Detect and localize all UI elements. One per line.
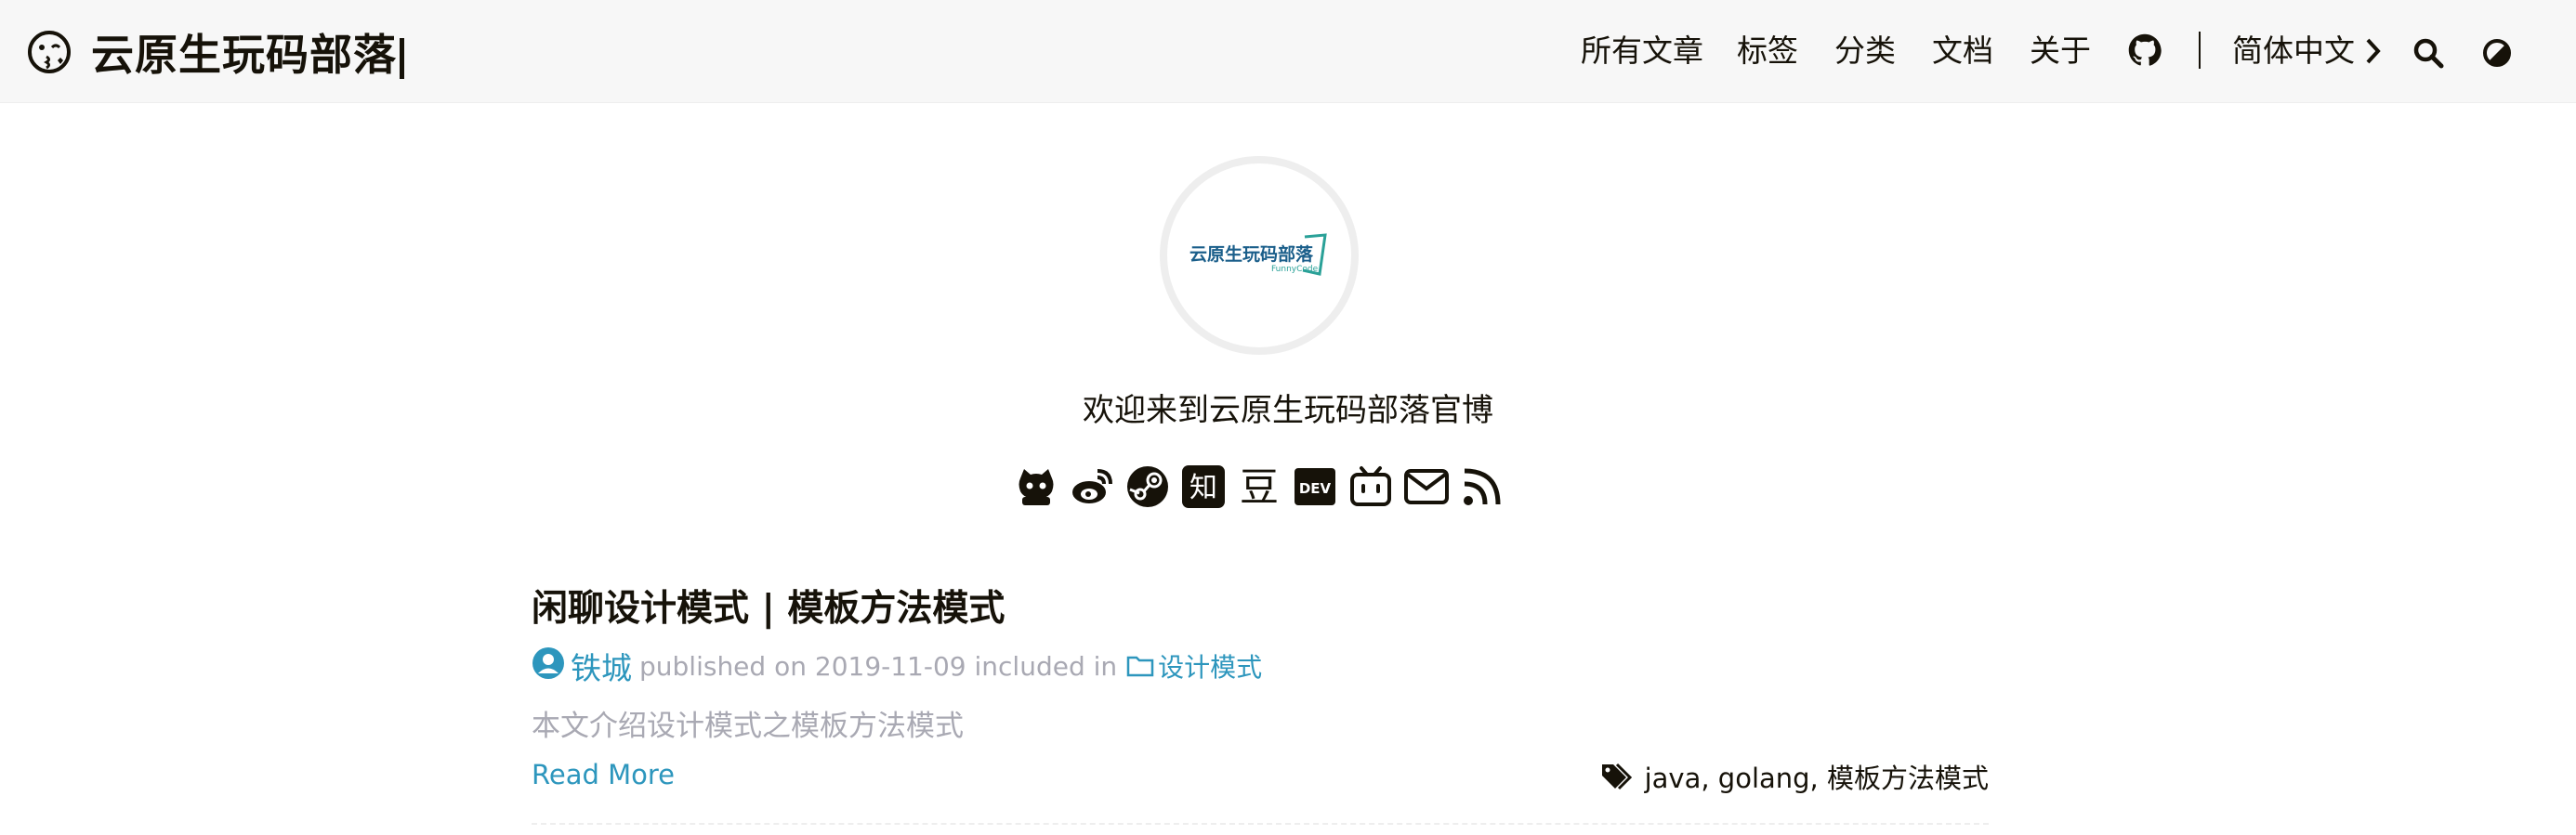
weibo-icon[interactable] bbox=[1069, 463, 1115, 510]
language-switcher[interactable]: 简体中文 bbox=[2232, 28, 2383, 74]
avatar[interactable]: 云原生玩码部落 FunnyCode bbox=[1160, 156, 1359, 355]
social-links: 知 豆 DEV bbox=[1013, 461, 1505, 513]
github-icon[interactable] bbox=[2128, 33, 2162, 80]
site-header: 云原生玩码部落 所有文章 标签 分类 文档 关于 简体中文 bbox=[0, 0, 2576, 103]
main-nav: 所有文章 标签 分类 文档 关于 简体中文 bbox=[0, 28, 2576, 74]
bilibili-icon[interactable] bbox=[1347, 463, 1394, 510]
github-icon[interactable] bbox=[1013, 463, 1059, 510]
nav-categories[interactable]: 分类 bbox=[1834, 28, 1896, 74]
avatar-logo-text: 云原生玩码部落 bbox=[1189, 244, 1314, 265]
email-icon[interactable] bbox=[1403, 463, 1450, 510]
read-more-link[interactable]: Read More bbox=[532, 759, 675, 790]
theme-toggle-icon[interactable] bbox=[2481, 35, 2513, 82]
steam-icon[interactable] bbox=[1124, 463, 1171, 510]
dev-icon[interactable]: DEV bbox=[1292, 463, 1338, 510]
user-circle-icon bbox=[532, 646, 565, 686]
nav-all-posts[interactable]: 所有文章 bbox=[1581, 28, 1703, 74]
site-subtitle: 欢迎来到云原生玩码部落官博 bbox=[1083, 392, 1493, 429]
post-title[interactable]: 闲聊设计模式 | 模板方法模式 bbox=[532, 580, 1005, 632]
svg-text:知: 知 bbox=[1189, 472, 1217, 504]
tags-icon bbox=[1601, 763, 1632, 790]
post-tags: java, golang, 模板方法模式 bbox=[1600, 756, 1989, 797]
folder-icon bbox=[1126, 656, 1154, 677]
post-date: 2019-11-09 bbox=[814, 650, 966, 682]
chevron-right-icon bbox=[2366, 38, 2381, 64]
post-divider bbox=[532, 823, 1989, 825]
post-tags-list[interactable]: java, golang, 模板方法模式 bbox=[1645, 757, 1989, 796]
search-icon[interactable] bbox=[2412, 35, 2444, 82]
included-in-label: included in bbox=[974, 650, 1118, 682]
post-category-label: 设计模式 bbox=[1158, 652, 1263, 683]
svg-text:豆: 豆 bbox=[1240, 465, 1279, 508]
avatar-logo: 云原生玩码部落 FunnyCode bbox=[1189, 228, 1329, 283]
nav-tags[interactable]: 标签 bbox=[1737, 28, 1798, 74]
post-author[interactable]: 铁城 bbox=[571, 644, 632, 688]
language-label: 简体中文 bbox=[2232, 33, 2355, 69]
zhihu-icon[interactable]: 知 bbox=[1180, 463, 1227, 510]
douban-icon[interactable]: 豆 bbox=[1236, 463, 1282, 510]
post-meta: 铁城 published on 2019-11-09 included in 设… bbox=[532, 645, 1262, 687]
svg-text:DEV: DEV bbox=[1299, 480, 1332, 497]
post-summary: 本文介绍设计模式之模板方法模式 bbox=[532, 710, 964, 743]
published-prefix: published on bbox=[639, 650, 807, 682]
rss-icon[interactable] bbox=[1459, 463, 1505, 510]
nav-docs[interactable]: 文档 bbox=[1932, 28, 1993, 74]
nav-about[interactable]: 关于 bbox=[2030, 28, 2091, 74]
post-category[interactable]: 设计模式 bbox=[1126, 647, 1262, 685]
nav-divider bbox=[2199, 32, 2201, 69]
